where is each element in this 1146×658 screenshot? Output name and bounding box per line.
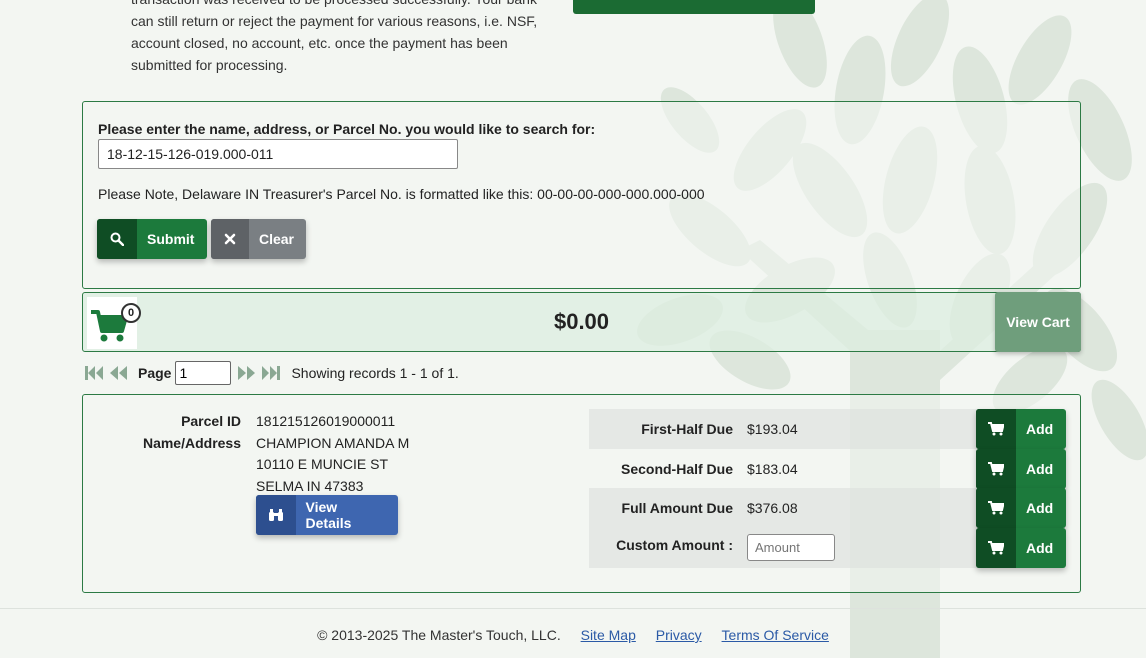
- clear-button[interactable]: Clear: [211, 219, 306, 259]
- next-page-icon[interactable]: [237, 365, 257, 381]
- due-amount: $376.08: [747, 500, 798, 516]
- last-page-icon[interactable]: [261, 365, 281, 381]
- custom-amount-label: Custom Amount :: [616, 537, 733, 553]
- due-label: First-Half Due: [641, 421, 733, 437]
- address-line-1: 10110 E MUNCIE ST: [256, 456, 389, 472]
- page-number-input[interactable]: [175, 361, 232, 385]
- view-details-button[interactable]: View Details: [256, 495, 398, 535]
- submit-label: Submit: [147, 231, 195, 247]
- view-cart-button[interactable]: View Cart: [995, 292, 1081, 352]
- cart-icon: [976, 528, 1016, 568]
- parcel-format-note: Please Note, Delaware IN Treasurer's Par…: [98, 186, 705, 202]
- intro-line: submitted for processing.: [131, 57, 288, 73]
- submit-button[interactable]: Submit: [97, 219, 207, 259]
- parcel-id-value: 181215126019000011: [256, 413, 396, 429]
- cart-bar: 0 $0.00 View Cart: [82, 292, 1081, 352]
- search-panel: Please enter the name, address, or Parce…: [82, 101, 1081, 289]
- page-label: Page: [138, 365, 172, 381]
- privacy-link[interactable]: Privacy: [656, 627, 702, 643]
- search-label: Please enter the name, address, or Parce…: [98, 121, 596, 137]
- clear-label: Clear: [258, 231, 294, 247]
- binoculars-icon: [256, 495, 296, 535]
- add-full-amount-button[interactable]: Add: [976, 488, 1066, 528]
- add-second-half-button[interactable]: Add: [976, 449, 1066, 489]
- cart-total: $0.00: [553, 309, 610, 334]
- add-label: Add: [1026, 461, 1054, 477]
- due-label: Second-Half Due: [620, 461, 733, 477]
- due-amount: $183.04: [747, 461, 798, 477]
- top-action-button[interactable]: [573, 0, 815, 14]
- intro-paragraph: transaction was received to be processed…: [131, 0, 551, 76]
- add-custom-amount-button[interactable]: Add: [976, 528, 1066, 568]
- parcel-id-label: Parcel ID: [181, 413, 241, 429]
- cart-icon: [976, 409, 1016, 449]
- pagination: Page Showing records 1 - 1 of 1.: [84, 360, 459, 386]
- due-row-second-half: Second-Half Due $183.04: [589, 449, 981, 489]
- name-address-label: Name/Address: [142, 435, 241, 451]
- add-label: Add: [1026, 500, 1054, 516]
- view-details-label: View Details: [305, 499, 352, 531]
- records-count: Showing records 1 - 1 of 1.: [291, 365, 459, 381]
- due-label: Full Amount Due: [621, 500, 733, 516]
- due-row-first-half: First-Half Due $193.04: [589, 409, 981, 449]
- address-line-2: SELMA IN 47383: [256, 478, 364, 494]
- cart-icon: [976, 488, 1016, 528]
- intro-line: can still return or reject the payment f…: [131, 13, 538, 29]
- copyright-text: © 2013-2025 The Master's Touch, LLC.: [317, 627, 561, 643]
- terms-of-service-link[interactable]: Terms Of Service: [722, 627, 829, 643]
- custom-amount-input[interactable]: [747, 534, 835, 561]
- due-amount: $193.04: [747, 421, 798, 437]
- cart-icon: [976, 449, 1016, 489]
- add-label: Add: [1026, 421, 1054, 437]
- owner-name: CHAMPION AMANDA M: [256, 435, 410, 451]
- search-icon: [97, 219, 137, 259]
- site-map-link[interactable]: Site Map: [581, 627, 636, 643]
- previous-page-icon[interactable]: [108, 365, 128, 381]
- parcel-result-card: Parcel ID 181215126019000011 Name/Addres…: [82, 394, 1081, 593]
- add-label: Add: [1026, 540, 1054, 556]
- first-page-icon[interactable]: [84, 365, 104, 381]
- due-row-custom-amount: Custom Amount :: [589, 528, 981, 568]
- add-first-half-button[interactable]: Add: [976, 409, 1066, 449]
- close-icon: [211, 219, 249, 259]
- footer-divider: [0, 608, 1146, 609]
- footer: © 2013-2025 The Master's Touch, LLC. Sit…: [0, 627, 1146, 643]
- intro-line: account closed, no account, etc. once th…: [131, 35, 508, 51]
- intro-line: transaction was received to be processed…: [131, 0, 551, 10]
- due-row-full-amount: Full Amount Due $376.08: [589, 488, 981, 528]
- search-input[interactable]: [98, 139, 458, 169]
